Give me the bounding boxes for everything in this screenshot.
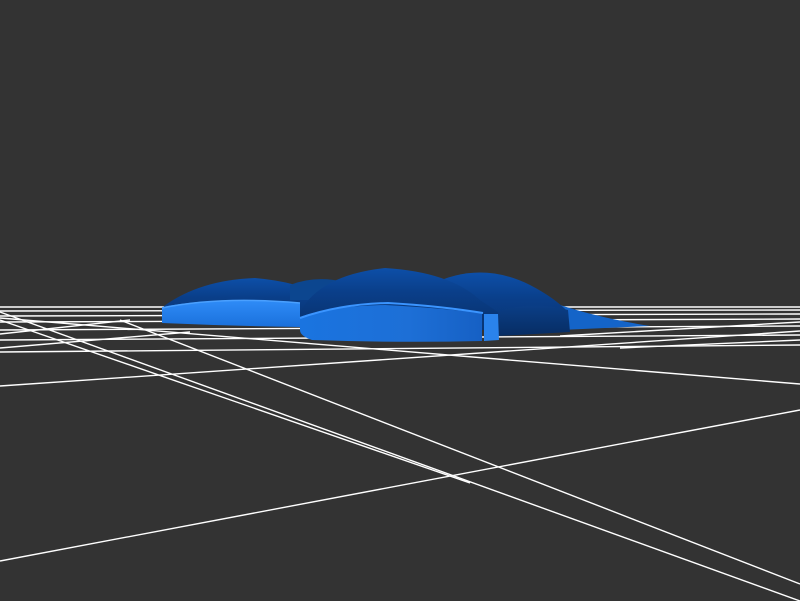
grid-line: [0, 311, 800, 601]
model-tail: [560, 305, 650, 330]
3d-scene[interactable]: [0, 0, 800, 601]
3d-model[interactable]: [161, 268, 650, 342]
model-small-front-face: [484, 314, 499, 341]
grid-line: [0, 409, 800, 562]
ground-grid: [0, 306, 800, 601]
grid-line: [0, 319, 471, 484]
model-right-face: [498, 305, 570, 336]
grid-line: [119, 319, 800, 585]
3d-viewport[interactable]: [0, 0, 800, 601]
